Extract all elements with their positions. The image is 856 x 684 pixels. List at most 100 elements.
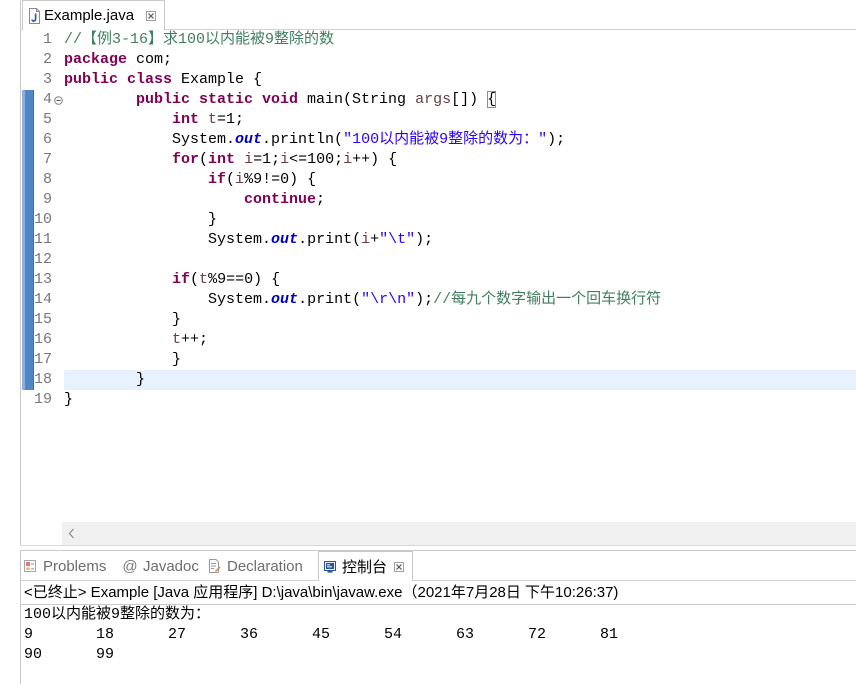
line-number: 12 — [34, 251, 53, 268]
token-string: "\t" — [379, 231, 416, 248]
chevron-left-icon[interactable] — [68, 528, 75, 539]
code-text[interactable]: } — [64, 210, 856, 230]
range-indicator-segment — [21, 150, 34, 170]
code-line-current[interactable]: 18 } — [21, 370, 856, 390]
token-keyword: package — [64, 51, 137, 68]
code-text[interactable]: } — [64, 370, 856, 390]
editor-tab-example-java[interactable]: Example.java — [22, 0, 165, 30]
console-output-value: 99 — [96, 646, 115, 663]
code-text[interactable]: System.out.print(i+"\t"); — [64, 230, 856, 250]
code-line[interactable]: 10 } — [21, 210, 856, 230]
fold-gutter — [53, 230, 64, 250]
token-string: "100以内能被9整除的数为：" — [343, 131, 548, 148]
code-line[interactable]: 4 public static void main(String args[])… — [21, 90, 856, 110]
code-line[interactable]: 2 package com; — [21, 50, 856, 70]
code-text[interactable]: } — [64, 310, 856, 330]
token-comment: //每九个数字输出一个回车换行符 — [433, 291, 662, 308]
tab-declaration[interactable]: Declaration — [207, 551, 303, 581]
code-text[interactable]: for(int i=1;i<=100;i++) { — [64, 150, 856, 170]
token-keyword: continue — [64, 191, 317, 208]
code-text[interactable]: public class Example { — [64, 70, 856, 90]
code-line[interactable]: 5 int t=1; — [21, 110, 856, 130]
code-line[interactable]: 13 if(t%9==0) { — [21, 270, 856, 290]
token-variable: i — [280, 151, 290, 168]
code-text[interactable]: } — [64, 350, 856, 370]
fold-collapse-icon[interactable] — [53, 90, 64, 110]
console-output[interactable]: 100以内能被9整除的数为： 9 18 27 36 45 54 63 72 81 90 99 — [21, 605, 856, 665]
token-plain: com; — [136, 51, 173, 68]
code-text[interactable]: t++; — [64, 330, 856, 350]
line-number: 2 — [42, 51, 52, 68]
code-text[interactable]: int t=1; — [64, 110, 856, 130]
code-line[interactable]: 3 public class Example { — [21, 70, 856, 90]
code-text[interactable] — [64, 250, 856, 270]
token-variable: i — [343, 151, 353, 168]
console-output-value: 63 — [456, 626, 475, 643]
fold-gutter — [53, 370, 64, 390]
range-indicator-segment — [21, 370, 34, 390]
fold-gutter — [53, 290, 64, 310]
console-output-value: 9 — [24, 626, 34, 643]
tab-declaration-label: Declaration — [227, 557, 303, 575]
token-plain: System. — [64, 291, 272, 308]
token-plain: =1; — [253, 151, 281, 168]
code-line[interactable]: 12 — [21, 250, 856, 270]
close-icon[interactable] — [394, 561, 405, 572]
token-variable: i — [244, 151, 254, 168]
code-text[interactable]: } — [64, 390, 856, 410]
code-text[interactable]: System.out.println("100以内能被9整除的数为："); — [64, 130, 856, 150]
tab-problems-label: Problems — [43, 557, 107, 575]
java-file-icon — [28, 7, 41, 24]
line-number: 9 — [42, 191, 52, 208]
fold-gutter — [53, 130, 64, 150]
range-indicator-segment — [21, 330, 34, 350]
code-text[interactable]: continue; — [64, 190, 856, 210]
ruler-cell — [21, 70, 34, 90]
token-field: out — [235, 131, 263, 148]
code-line[interactable]: 7 for(int i=1;i<=100;i++) { — [21, 150, 856, 170]
code-line[interactable]: 16 t++; — [21, 330, 856, 350]
token-keyword: public class — [64, 71, 182, 88]
tab-problems[interactable]: Problems — [23, 551, 106, 581]
tab-console[interactable]: 控制台 — [318, 551, 413, 581]
console-output-row: 90 99 — [24, 645, 856, 665]
token-plain: System. — [64, 231, 272, 248]
range-indicator-segment — [21, 250, 34, 270]
code-line[interactable]: 8 if(i%9!=0) { — [21, 170, 856, 190]
token-plain: .print( — [298, 291, 362, 308]
code-line[interactable]: 17 } — [21, 350, 856, 370]
code-text[interactable]: package com; — [64, 50, 856, 70]
token-bracket-match: { — [487, 91, 497, 108]
code-text[interactable]: System.out.print("\r\n");//每九个数字输出一个回车换行… — [64, 290, 856, 310]
code-line[interactable]: 6 System.out.println("100以内能被9整除的数为："); — [21, 130, 856, 150]
declaration-icon — [207, 559, 221, 573]
code-editor[interactable]: 1 //【例3-16】求100以内能被9整除的数 2 package com; 3 pub… — [21, 30, 856, 522]
console-icon — [323, 560, 337, 574]
token-variable: args — [415, 91, 452, 108]
code-text[interactable]: //【例3-16】求100以内能被9整除的数 — [64, 30, 856, 50]
fold-gutter — [53, 310, 64, 330]
console-output-value: 45 — [312, 626, 331, 643]
horizontal-scrollbar[interactable] — [62, 522, 856, 545]
token-plain: } — [64, 391, 74, 408]
token-variable: i — [235, 171, 245, 188]
code-line[interactable]: 14 System.out.print("\r\n");//每九个数字输出一个回… — [21, 290, 856, 310]
range-indicator-segment — [21, 290, 34, 310]
code-text[interactable]: if(i%9!=0) { — [64, 170, 856, 190]
fold-gutter — [53, 170, 64, 190]
code-line[interactable]: 1 //【例3-16】求100以内能被9整除的数 — [21, 30, 856, 50]
console-output-row: 9 18 27 36 45 54 63 72 81 — [24, 625, 856, 645]
close-icon[interactable] — [146, 10, 157, 21]
line-number: 10 — [34, 211, 53, 228]
tab-javadoc[interactable]: @ Javadoc — [122, 551, 198, 581]
bottom-tab-bar: Problems @ Javadoc Declaration 控制台 — [21, 551, 856, 581]
line-number: 7 — [42, 151, 52, 168]
code-line[interactable]: 19} — [21, 390, 856, 410]
code-line[interactable]: 15 } — [21, 310, 856, 330]
console-status-line: <已终止> Example [Java 应用程序] D:\java\bin\ja… — [21, 581, 856, 605]
code-text[interactable]: public static void main(String args[]) { — [64, 90, 856, 110]
code-text[interactable]: if(t%9==0) { — [64, 270, 856, 290]
code-line[interactable]: 9 continue; — [21, 190, 856, 210]
token-plain: ( — [226, 171, 236, 188]
code-line[interactable]: 11 System.out.print(i+"\t"); — [21, 230, 856, 250]
